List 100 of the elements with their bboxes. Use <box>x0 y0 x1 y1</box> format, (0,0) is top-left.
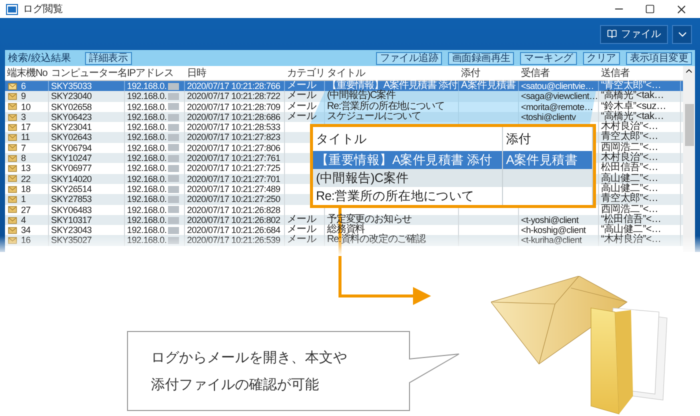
recipient: <satou@clientvie… <box>521 81 594 92</box>
date-time: 2020/07/17 10:21:27:823 <box>187 132 280 143</box>
mail-title: 【重要情報】A案件見積書 添付 <box>327 81 458 91</box>
ip-address: 192.168.0. <box>127 91 167 102</box>
recipient: <morita@remote… <box>521 102 593 112</box>
terminal-number: 18 <box>21 184 30 194</box>
attachment: A案件見積書 <box>461 81 516 92</box>
recipient: <t-kuriha@client <box>521 235 582 246</box>
ip-address: 192.168.0. <box>127 214 167 226</box>
computer-name: SKY10317 <box>51 214 92 226</box>
sender: “松田信吾”<… <box>601 214 662 225</box>
computer-name: SKY06794 <box>51 142 92 154</box>
category: メール <box>287 91 316 102</box>
ip-address: 192.168.0. <box>127 142 167 154</box>
computer-name: SKY35033 <box>51 81 92 92</box>
computer-name: SKY02658 <box>51 102 92 112</box>
date-time: 2020/07/17 10:21:26:684 <box>187 225 280 236</box>
column-header: 添付 <box>506 130 532 148</box>
computer-name: SKY14020 <box>51 174 92 184</box>
computer-name: SKY10247 <box>51 153 92 164</box>
terminal-number: 27 <box>21 204 30 215</box>
results-label: 検索/絞込結果 <box>8 52 71 65</box>
ip-address: 192.168.0. <box>127 163 167 174</box>
terminal-number: 9 <box>21 91 26 102</box>
computer-name: SKY35027 <box>51 235 92 246</box>
date-time: 2020/07/17 10:21:28:709 <box>187 102 280 112</box>
terminal-number: 13 <box>21 163 30 174</box>
terminal-number: 3 <box>21 112 26 122</box>
sender: “高橋光”<tak… <box>601 112 664 122</box>
date-time: 2020/07/17 10:21:27:761 <box>187 153 280 164</box>
date-time: 2020/07/17 10:21:28:686 <box>187 112 280 122</box>
category: メール <box>287 235 316 246</box>
sender: “高橋光”<tak… <box>601 91 664 102</box>
sender: 高山健二”<… <box>601 184 658 194</box>
ip-address: 192.168.0. <box>127 174 167 184</box>
terminal-number: 10 <box>21 102 30 112</box>
computer-name: SKY06977 <box>51 163 92 174</box>
sender: 青空太郎”<… <box>601 194 658 204</box>
category: メール <box>287 112 316 122</box>
ip-address: 192.168.0. <box>127 184 167 194</box>
sender: 西岡浩二”<… <box>601 142 658 153</box>
ip-address: 192.168.0. <box>127 112 167 122</box>
ip-address: 192.168.0. <box>127 81 167 92</box>
sender: 青空太郎”<… <box>601 132 658 142</box>
date-time: 2020/07/17 10:21:28:722 <box>187 91 280 102</box>
date-time: 2020/07/17 10:21:26:539 <box>187 235 280 246</box>
ip-address: 192.168.0. <box>127 204 167 215</box>
category: メール <box>287 214 316 225</box>
date-time: 2020/07/17 10:21:26:802 <box>187 214 280 226</box>
computer-name: SKY06423 <box>51 112 92 122</box>
terminal-number: 7 <box>21 142 26 154</box>
terminal-number: 6 <box>21 81 26 92</box>
computer-name: SKY02643 <box>51 132 92 143</box>
computer-name: SKY23043 <box>51 225 92 236</box>
sender: “木村良治”<… <box>601 235 662 246</box>
ip-address: 192.168.0. <box>127 235 167 246</box>
terminal-number: 1 <box>21 194 26 205</box>
sender: “青空太郎”<… <box>601 81 662 91</box>
recipient: <saga@viewclient… <box>521 91 598 102</box>
mail-title: (中間報告)C案件 <box>327 91 396 102</box>
recipient: <h-koshig@client <box>521 225 586 236</box>
sender: 松田信吾”<… <box>601 163 658 174</box>
sender: 木村良治”<… <box>601 153 658 164</box>
ip-address: 192.168.0. <box>127 132 167 143</box>
ip-address: 192.168.0. <box>127 225 167 236</box>
date-time: 2020/07/17 10:21:27:806 <box>187 142 280 154</box>
terminal-number: 17 <box>21 122 30 132</box>
column-header: タイトル <box>316 130 367 148</box>
terminal-number: 34 <box>21 225 30 236</box>
recipient: <t-yoshi@client <box>521 214 578 226</box>
date-time: 2020/07/17 10:21:26:828 <box>187 204 280 215</box>
date-time: 2020/07/17 10:21:27:489 <box>187 184 280 194</box>
terminal-number: 11 <box>21 132 30 143</box>
category: メール <box>287 225 316 236</box>
date-time: 2020/07/17 10:21:27:725 <box>187 163 280 174</box>
sender: 西岡浩二”<… <box>601 204 658 215</box>
terminal-number: 16 <box>21 235 30 246</box>
date-time: 2020/07/17 10:21:27:701 <box>187 174 280 184</box>
recipient: <toshi@clientv <box>521 112 576 122</box>
computer-name: SKY26514 <box>51 184 92 194</box>
mail-title: (中間報告)C案件 <box>316 170 409 186</box>
computer-name: SKY06483 <box>51 204 92 215</box>
terminal-number: 8 <box>21 153 26 164</box>
ip-address: 192.168.0. <box>127 153 167 164</box>
sender: “鈴木卓”<suz… <box>601 102 666 112</box>
ip-address: 192.168.0. <box>127 194 167 205</box>
date-time: 2020/07/17 10:21:27:250 <box>187 194 280 205</box>
computer-name: SKY27853 <box>51 194 92 205</box>
mail-title: スケジュールについて <box>327 112 422 122</box>
date-time: 2020/07/17 10:21:28:533 <box>187 122 280 132</box>
computer-name: SKY23040 <box>51 91 92 102</box>
ip-address: 192.168.0. <box>127 122 167 132</box>
category: メール <box>287 102 316 112</box>
category: メール <box>287 81 316 91</box>
terminal-number: 4 <box>21 214 26 226</box>
mail-title: Re:営業所の所在地について <box>327 102 444 112</box>
ip-address: 192.168.0. <box>127 102 167 112</box>
callout-text: ログからメールを開き、本文や添付ファイルの確認が可能 <box>151 348 348 394</box>
terminal-number: 22 <box>21 174 30 184</box>
date-time: 2020/07/17 10:21:28:766 <box>187 81 280 92</box>
